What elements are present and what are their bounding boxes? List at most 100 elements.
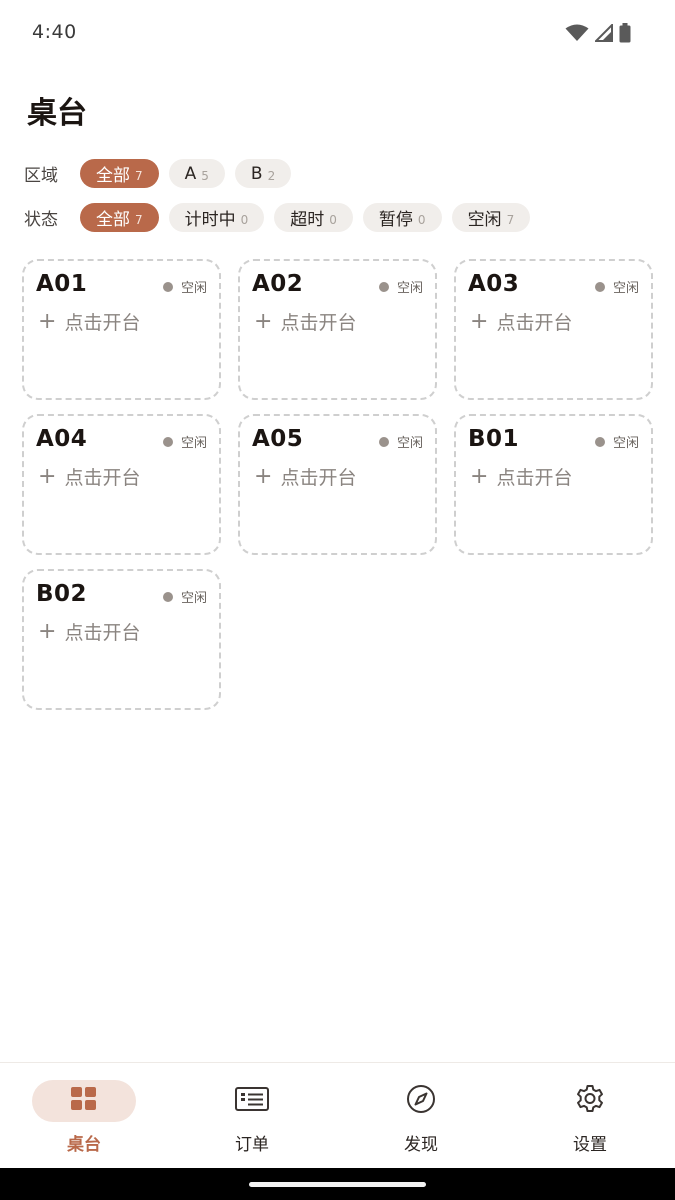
chip-label: 空闲 (467, 210, 502, 230)
chip-count: 2 (267, 168, 276, 183)
status-text: 空闲 (612, 281, 639, 296)
plus-icon: + (38, 619, 57, 644)
status-badge: 空闲 (594, 277, 639, 296)
area-chip-all[interactable]: 全部 7 (80, 159, 159, 188)
status-dot-icon (162, 591, 173, 602)
table-grid: A01 空闲 + 点击开台 A02 空闲 + 点击开台 A03 空闲 + 点击开台 A… (22, 259, 654, 710)
nav-pill (32, 1080, 136, 1122)
open-table-label: 点击开台 (64, 467, 141, 489)
table-card-a04[interactable]: A04 空闲 + 点击开台 (22, 414, 221, 555)
status-bar: 4:40 (0, 0, 675, 64)
open-table-label: 点击开台 (64, 622, 141, 644)
chip-label: A (184, 163, 197, 184)
table-card-a01[interactable]: A01 空闲 + 点击开台 (22, 259, 221, 400)
status-text: 空闲 (180, 436, 207, 451)
open-table-label: 点击开台 (496, 312, 573, 334)
chip-count: 5 (201, 168, 209, 183)
table-name: A01 (36, 271, 88, 297)
area-chip-a[interactable]: A 5 (168, 159, 225, 188)
area-filter-label: 区域 (24, 166, 58, 186)
plus-icon: + (38, 464, 57, 489)
status-badge: 空闲 (378, 432, 423, 451)
status-dot-icon (594, 436, 605, 447)
nav-pill (200, 1080, 304, 1122)
status-badge: 空闲 (594, 432, 639, 451)
open-table-button[interactable]: + 点击开台 (38, 308, 140, 335)
open-table-label: 点击开台 (280, 312, 357, 334)
nav-item-orders[interactable]: 订单 (168, 1063, 336, 1169)
nav-item-tables[interactable]: 桌台 (0, 1063, 168, 1169)
open-table-button[interactable]: + 点击开台 (38, 463, 140, 490)
chip-count: 7 (506, 212, 515, 227)
open-table-button[interactable]: + 点击开台 (254, 463, 356, 490)
nav-pill (538, 1080, 642, 1122)
status-icons (565, 22, 631, 47)
table-name: A02 (252, 271, 304, 297)
nav-label: 订单 (235, 1135, 269, 1155)
status-text: 空闲 (396, 281, 423, 296)
table-card-a02[interactable]: A02 空闲 + 点击开台 (238, 259, 437, 400)
system-nav-bar (0, 1168, 675, 1200)
status-text: 空闲 (180, 281, 207, 296)
chip-label: 计时中 (184, 210, 236, 230)
signal-icon (593, 22, 613, 46)
state-chip-all[interactable]: 全部 7 (80, 203, 159, 232)
table-card-b01[interactable]: B01 空闲 + 点击开台 (454, 414, 653, 555)
nav-pill (369, 1080, 473, 1122)
chip-label: 全部 (96, 210, 130, 230)
table-name: A03 (468, 271, 520, 297)
nav-item-settings[interactable]: 设置 (506, 1063, 674, 1169)
state-chip-timing[interactable]: 计时中 0 (168, 203, 265, 232)
status-dot-icon (162, 281, 173, 292)
table-card-a03[interactable]: A03 空闲 + 点击开台 (454, 259, 653, 400)
status-badge: 空闲 (162, 432, 207, 451)
gear-icon (574, 1083, 606, 1119)
area-filter: 区域 全部 7 A 5 B 2 (24, 159, 301, 188)
open-table-label: 点击开台 (496, 467, 573, 489)
status-dot-icon (378, 436, 389, 447)
open-table-label: 点击开台 (64, 312, 141, 334)
wifi-icon (565, 24, 589, 46)
open-table-button[interactable]: + 点击开台 (470, 308, 572, 335)
status-text: 空闲 (612, 436, 639, 451)
chip-label: 全部 (96, 166, 130, 186)
chip-label: 超时 (290, 210, 325, 230)
table-card-b02[interactable]: B02 空闲 + 点击开台 (22, 569, 221, 710)
nav-label: 桌台 (67, 1135, 101, 1155)
nav-label: 发现 (404, 1135, 438, 1155)
open-table-label: 点击开台 (280, 467, 357, 489)
plus-icon: + (470, 464, 489, 489)
home-indicator[interactable] (249, 1182, 426, 1187)
open-table-button[interactable]: + 点击开台 (470, 463, 572, 490)
open-table-button[interactable]: + 点击开台 (38, 618, 140, 645)
chip-count: 7 (135, 212, 143, 227)
state-chip-overtime[interactable]: 超时 0 (274, 203, 353, 232)
table-name: B01 (468, 426, 520, 452)
status-badge: 空闲 (162, 277, 207, 296)
status-dot-icon (162, 436, 173, 447)
status-badge: 空闲 (378, 277, 423, 296)
status-badge: 空闲 (162, 587, 207, 606)
compass-icon (406, 1084, 436, 1118)
status-time: 4:40 (32, 21, 77, 43)
chip-count: 0 (240, 212, 249, 227)
plus-icon: + (254, 464, 273, 489)
bottom-nav: 桌台 订单 发现 设置 (0, 1062, 675, 1168)
table-name: A05 (252, 426, 304, 452)
battery-icon (619, 23, 631, 47)
chip-label: 暂停 (378, 210, 413, 230)
status-dot-icon (378, 281, 389, 292)
table-name: A04 (36, 426, 88, 452)
page-title: 桌台 (27, 96, 87, 131)
plus-icon: + (470, 309, 489, 334)
grid-icon (70, 1086, 98, 1116)
status-text: 空闲 (180, 591, 207, 606)
state-chip-paused[interactable]: 暂停 0 (362, 203, 442, 232)
area-chip-b[interactable]: B 2 (234, 159, 292, 188)
state-filter-label: 状态 (24, 210, 58, 230)
open-table-button[interactable]: + 点击开台 (254, 308, 356, 335)
nav-item-discover[interactable]: 发现 (337, 1063, 505, 1169)
table-card-a05[interactable]: A05 空闲 + 点击开台 (238, 414, 437, 555)
state-chip-idle[interactable]: 空闲 7 (451, 203, 531, 232)
plus-icon: + (38, 309, 57, 334)
